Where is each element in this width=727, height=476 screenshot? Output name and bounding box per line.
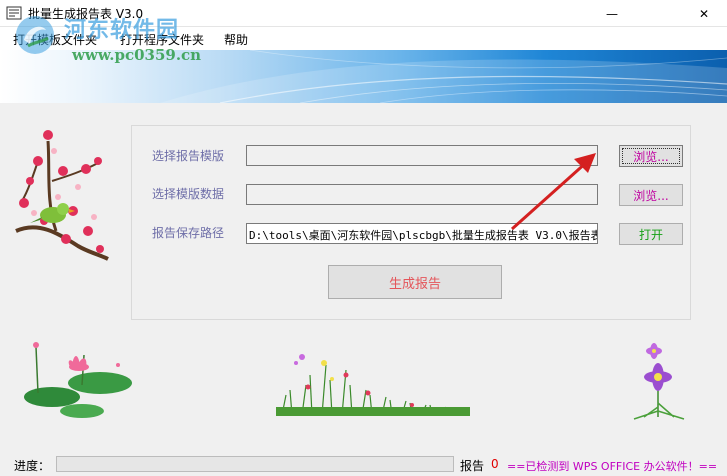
close-button[interactable]: ✕ [681,0,727,27]
save-path-label: 报告保存路径 [152,226,225,240]
app-icon [6,6,22,20]
lotus-pond-image [24,342,132,418]
progress-label: 进度： [14,459,51,473]
menu-open-template-folder[interactable]: 打开模板文件夹 [13,31,97,48]
data-label: 选择模版数据 [152,187,225,201]
open-folder-button[interactable]: 打开 [619,223,683,245]
progress-bar [56,456,454,472]
menu-help[interactable]: 帮助 [224,31,248,48]
annotation-arrow-icon [510,153,596,231]
minimize-button[interactable]: — [589,0,635,27]
status-message: ==已检测到 WPS OFFICE 办公软件！== [507,460,718,473]
browse-template-button[interactable]: 浏览... [619,145,683,167]
generate-report-button[interactable]: 生成报告 [328,265,502,299]
title-bar: 批量生成报告表 V3.0 — ✕ [0,0,727,27]
purple-flower-image [633,343,685,420]
report-count: 0 [491,457,499,471]
main-area: 选择报告模版 浏览... 选择模版数据 浏览... 报告保存路径 D:\tool… [0,103,727,453]
browse-data-button[interactable]: 浏览... [619,184,683,206]
header-banner [0,50,727,103]
minimize-icon: — [606,6,618,21]
window-title: 批量生成报告表 V3.0 [28,7,144,21]
status-bar: 进度： 报告 0 ==已检测到 WPS OFFICE 办公软件！== [0,453,727,476]
report-label: 报告 [460,459,485,473]
menu-open-program-folder[interactable]: 打开程序文件夹 [120,31,204,48]
template-label: 选择报告模版 [152,149,225,163]
grass-flowers-image [276,354,470,416]
close-icon: ✕ [698,6,710,21]
plum-blossom-bird-image [15,130,109,261]
menu-bar: 打开模板文件夹 打开程序文件夹 帮助 [0,27,727,50]
banner-graphic [160,50,727,103]
